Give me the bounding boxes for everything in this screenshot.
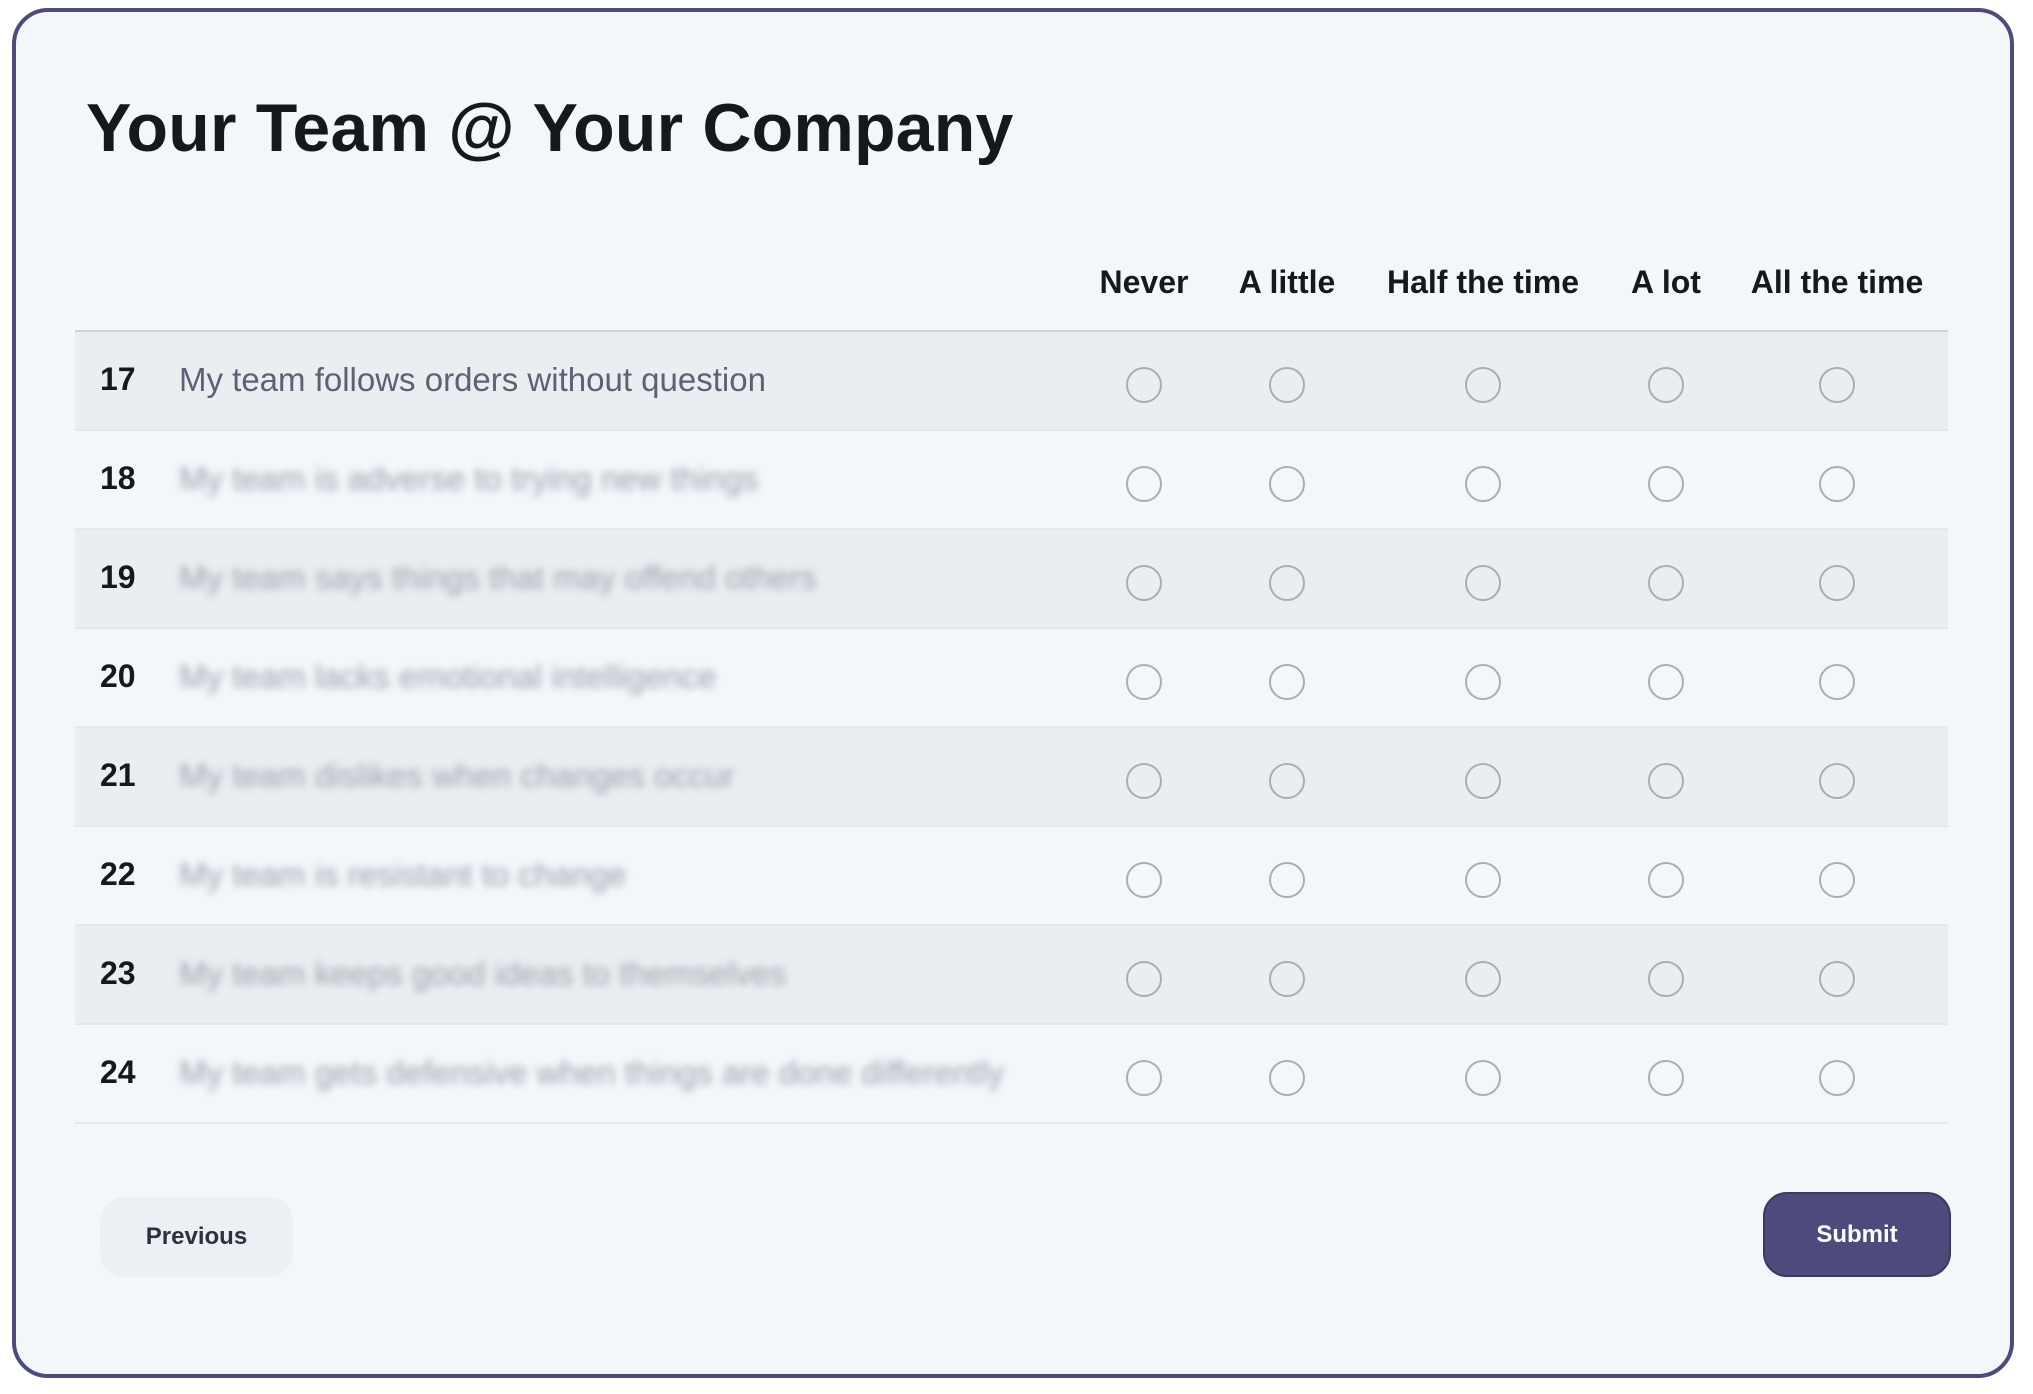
- radio-a-little[interactable]: [1269, 367, 1305, 403]
- radio-half-the-time[interactable]: [1465, 664, 1501, 700]
- question-row: 22 My team is resistant to change: [75, 827, 1948, 926]
- radio-never[interactable]: [1126, 565, 1162, 601]
- radio-never[interactable]: [1126, 1060, 1162, 1096]
- radio-never[interactable]: [1126, 367, 1162, 403]
- question-number: 19: [100, 559, 136, 595]
- question-text: My team keeps good ideas to themselves: [179, 955, 787, 992]
- question-text: My team says things that may offend othe…: [179, 559, 817, 596]
- question-number: 21: [100, 757, 136, 793]
- radio-half-the-time[interactable]: [1465, 763, 1501, 799]
- radio-a-little[interactable]: [1269, 466, 1305, 502]
- question-text: My team follows orders without question: [179, 361, 766, 398]
- radio-never[interactable]: [1126, 466, 1162, 502]
- previous-button[interactable]: Previous: [100, 1197, 293, 1277]
- radio-never[interactable]: [1126, 664, 1162, 700]
- question-number: 23: [100, 955, 136, 991]
- radio-half-the-time[interactable]: [1465, 1060, 1501, 1096]
- radio-never[interactable]: [1126, 961, 1162, 997]
- scale-header-row: Never A little Half the time A lot All the t…: [75, 228, 1948, 332]
- radio-a-little[interactable]: [1269, 664, 1305, 700]
- radio-all-the-time[interactable]: [1819, 664, 1855, 700]
- radio-half-the-time[interactable]: [1465, 565, 1501, 601]
- radio-a-lot[interactable]: [1648, 1060, 1684, 1096]
- question-rows: 17 My team follows orders without questio…: [75, 332, 1948, 1124]
- question-text: My team dislikes when changes occur: [179, 757, 735, 794]
- radio-half-the-time[interactable]: [1465, 862, 1501, 898]
- radio-half-the-time[interactable]: [1465, 961, 1501, 997]
- question-text: My team is resistant to change: [179, 856, 627, 893]
- question-row: 24 My team gets defensive when things are…: [75, 1025, 1948, 1124]
- radio-all-the-time[interactable]: [1819, 1060, 1855, 1096]
- scale-label-a-lot: A lot: [1631, 264, 1701, 300]
- question-text: My team lacks emotional intelligence: [179, 658, 717, 695]
- question-row: 23 My team keeps good ideas to themselves: [75, 926, 1948, 1025]
- scale-label-half-the-time: Half the time: [1386, 264, 1580, 300]
- submit-button[interactable]: Submit: [1763, 1192, 1951, 1277]
- scale-label-a-little: A little: [1238, 264, 1336, 300]
- question-number: 17: [100, 361, 136, 397]
- question-row: 17 My team follows orders without questio…: [75, 332, 1948, 431]
- page-title: Your Team @ Your Company: [86, 90, 1014, 166]
- radio-all-the-time[interactable]: [1819, 862, 1855, 898]
- scale-label-never: Never: [1099, 264, 1189, 300]
- radio-a-little[interactable]: [1269, 565, 1305, 601]
- question-row: 21 My team dislikes when changes occur: [75, 728, 1948, 827]
- radio-all-the-time[interactable]: [1819, 763, 1855, 799]
- question-row: 19 My team says things that may offend ot…: [75, 530, 1948, 629]
- radio-a-lot[interactable]: [1648, 664, 1684, 700]
- question-number: 18: [100, 460, 136, 496]
- question-number: 20: [100, 658, 136, 694]
- radio-a-lot[interactable]: [1648, 961, 1684, 997]
- radio-a-little[interactable]: [1269, 1060, 1305, 1096]
- radio-a-little[interactable]: [1269, 862, 1305, 898]
- radio-a-lot[interactable]: [1648, 763, 1684, 799]
- question-row: 18 My team is adverse to trying new thing…: [75, 431, 1948, 530]
- radio-a-little[interactable]: [1269, 763, 1305, 799]
- radio-a-lot[interactable]: [1648, 367, 1684, 403]
- radio-a-little[interactable]: [1269, 961, 1305, 997]
- radio-half-the-time[interactable]: [1465, 367, 1501, 403]
- question-number: 22: [100, 856, 136, 892]
- radio-all-the-time[interactable]: [1819, 367, 1855, 403]
- radio-all-the-time[interactable]: [1819, 565, 1855, 601]
- question-text: My team is adverse to trying new things: [179, 460, 759, 497]
- radio-never[interactable]: [1126, 862, 1162, 898]
- radio-a-lot[interactable]: [1648, 862, 1684, 898]
- radio-a-lot[interactable]: [1648, 565, 1684, 601]
- question-row: 20 My team lacks emotional intelligence: [75, 629, 1948, 728]
- radio-all-the-time[interactable]: [1819, 961, 1855, 997]
- question-text: My team gets defensive when things are d…: [179, 1054, 1004, 1091]
- radio-all-the-time[interactable]: [1819, 466, 1855, 502]
- question-number: 24: [100, 1054, 136, 1090]
- radio-half-the-time[interactable]: [1465, 466, 1501, 502]
- survey-card: Your Team @ Your Company Never A little Ha…: [12, 8, 2014, 1378]
- radio-a-lot[interactable]: [1648, 466, 1684, 502]
- question-grid: Never A little Half the time A lot All the t…: [75, 228, 1948, 1124]
- scale-label-all-the-time: All the time: [1750, 264, 1924, 300]
- radio-never[interactable]: [1126, 763, 1162, 799]
